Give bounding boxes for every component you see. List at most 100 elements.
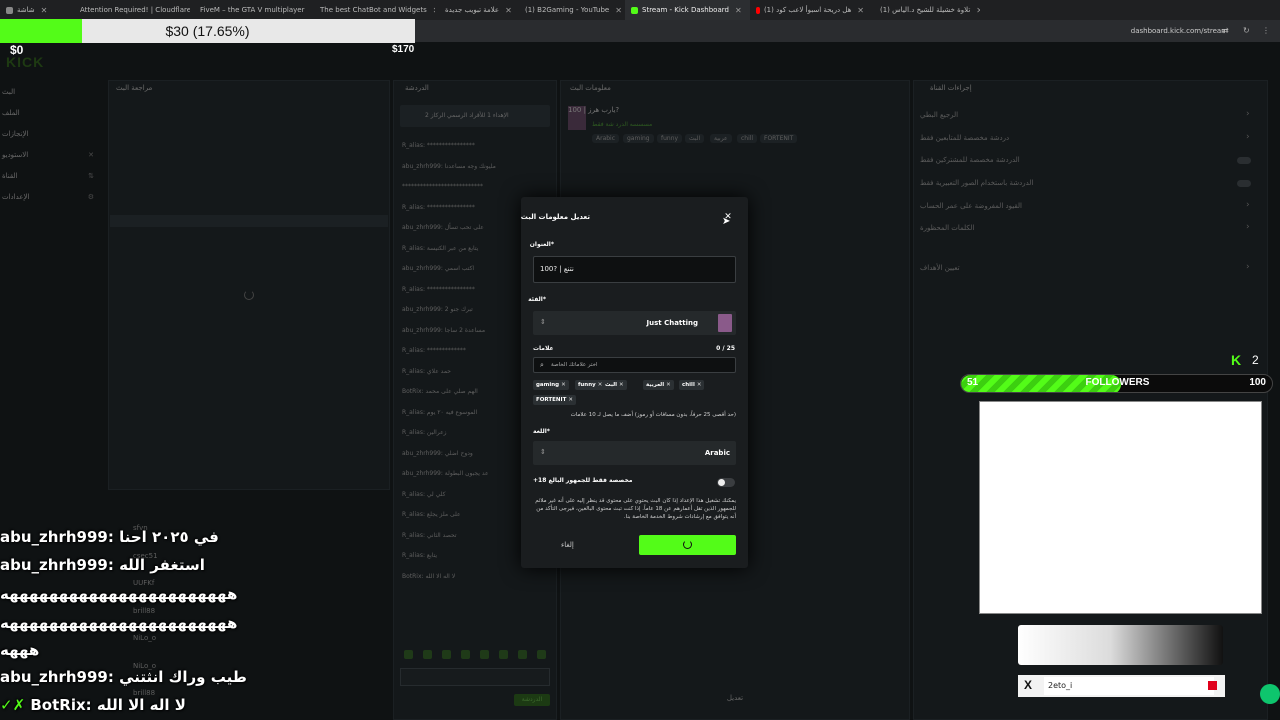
tab-label: علامة تبويب جديدة (445, 6, 500, 14)
sidebar-item[interactable]: البث (0, 88, 100, 96)
emote-icon[interactable] (518, 650, 527, 659)
overlay-chat-user: abu_zhrh999 (0, 528, 108, 546)
close-icon[interactable]: ✕ (615, 6, 622, 15)
overlay-chat-message: لا اله الا الله (96, 696, 186, 714)
followers-label: FOLLOWERS (1085, 377, 1150, 388)
close-icon[interactable]: ✕ (976, 6, 980, 15)
close-icon[interactable]: ✕ (666, 382, 671, 388)
browser-tab[interactable]: Attention Required! | Cloudflare✕ (70, 0, 190, 20)
chat-input[interactable] (400, 668, 550, 686)
tag-chip[interactable]: funny ✕ (575, 380, 606, 390)
info-tag: عربية (710, 134, 732, 143)
info-tag: funny (657, 134, 683, 143)
language-select[interactable]: ⇕ Arabic (533, 441, 736, 465)
mature-label: مخصصة فقط للجمهور البالغ 18+ (533, 477, 633, 484)
chat-message: R_alias: تحصد الثاني (402, 531, 457, 539)
close-icon[interactable]: ✕ (561, 382, 566, 388)
tag-label: البث (605, 382, 618, 388)
channel-action-toggle[interactable] (1237, 157, 1251, 164)
sidebar-item[interactable]: الإنجازات (0, 130, 100, 138)
tag-chip[interactable]: gaming ✕ (533, 380, 569, 390)
edit-info-button[interactable]: تعديل (560, 690, 910, 706)
emote-icon[interactable] (499, 650, 508, 659)
tag-chip[interactable]: chill ✕ (679, 380, 705, 390)
tags-search-input[interactable]: ⌕ اختر علاماتك الخاصة (533, 357, 736, 373)
channel-action-row[interactable]: الدردشة مخصصة للمشتركين فقط (920, 156, 1020, 164)
chat-message: R_alias: على ملز يجلع (402, 511, 461, 518)
close-icon[interactable]: ✕ (505, 6, 512, 15)
record-icon (1208, 681, 1217, 690)
title-input[interactable]: 100? | نتنع (533, 256, 736, 283)
tag-chip[interactable]: العربية ✕ (643, 380, 674, 390)
info-panel-title: معلومات البث (570, 84, 611, 92)
tab-label: FiveM – the GTA V multiplayer (200, 6, 305, 14)
pinned-message[interactable]: الإهداء 1 للأقراد الرسمي الركاز 2 (400, 105, 550, 127)
reload-icon[interactable]: ↻ (1243, 26, 1250, 35)
channel-action-row[interactable]: تعيين الأهداف (920, 264, 960, 272)
channel-action-row[interactable]: الرجيع البطي (920, 111, 958, 119)
chat-message: *************************** (402, 183, 483, 190)
browser-tab[interactable]: علامة تبويب جديدة ✕ (435, 0, 515, 20)
emote-icon[interactable] (404, 650, 413, 659)
chat-message: R_alias: زعرالين (402, 429, 447, 436)
chat-message: abu_zhrh999: 2 تبرك جنو (402, 306, 473, 313)
emote-icon[interactable] (461, 650, 470, 659)
chat-send-button[interactable]: الدردشة (514, 694, 550, 706)
sidebar-item[interactable]: الملف (0, 109, 100, 117)
emote-icon[interactable] (537, 650, 546, 659)
url-text[interactable]: dashboard.kick.com/stream (1131, 27, 1228, 35)
overlay-chat-message: هههههههههههههههههههههههه (0, 614, 238, 632)
browser-tab[interactable]: (1) هل دريحة اسبوأ لاعب كود ✕ (750, 0, 870, 20)
close-icon[interactable]: ✕ (568, 397, 573, 403)
chat-message: BotRix: لا اله الا الله (402, 572, 456, 580)
emote-icon[interactable] (442, 650, 451, 659)
info-tag: Arabic (592, 134, 620, 143)
browser-tab[interactable]: Stream - Kick Dashboard ✕ (625, 0, 750, 20)
browser-tab[interactable]: شاشة ✕ (0, 0, 70, 20)
channel-action-row[interactable]: الكلمات المحظورة (920, 224, 974, 232)
info-tag: gaming (623, 134, 654, 143)
browser-tab[interactable]: (1) B2Gaming - YouTube ✕ (515, 0, 625, 20)
close-icon[interactable]: ✕ (619, 382, 624, 388)
save-button[interactable] (639, 535, 736, 555)
browser-tab[interactable]: The best ChatBot and Widgets✕ (310, 0, 435, 20)
chat-message: abu_zhrh999: اكتب اسمي (402, 265, 475, 272)
chat-panel-title: الدردشة (405, 84, 429, 92)
info-category[interactable]: مسسسه الدرد شة فقط (592, 121, 652, 128)
tag-label: العربية (646, 382, 665, 388)
sidebar-item[interactable]: الإعدادات ⚙ (0, 193, 100, 201)
tag-chip[interactable]: FORTENIT ✕ (533, 395, 576, 405)
menu-icon[interactable]: ⋮ (1262, 26, 1270, 35)
preview-bar (110, 215, 388, 227)
channel-action-row[interactable]: القيود المفروضة على عمر الحساب (920, 202, 1022, 210)
close-icon[interactable]: ✕ (857, 6, 864, 15)
floating-chat-button[interactable] (1260, 684, 1280, 704)
chat-message: R_alias: **************** (402, 285, 475, 293)
close-icon[interactable]: ✕ (735, 6, 742, 15)
close-icon[interactable]: ✕ (41, 6, 48, 15)
channel-action-row[interactable]: دردشة مخصصة للمتابعين فقط (920, 134, 1009, 142)
emote-icon[interactable] (480, 650, 489, 659)
search-icon: ⌕ (540, 361, 544, 369)
tab-favicon-icon (6, 6, 13, 14)
mouse-cursor-icon: ➤ (722, 216, 731, 227)
category-thumbnail-icon (718, 314, 732, 332)
tag-label: chill (682, 382, 695, 388)
channel-actions-panel (913, 80, 1268, 720)
emote-icon[interactable] (423, 650, 432, 659)
sidebar-item[interactable]: الاستوديو ✕ (0, 151, 100, 159)
browser-tab[interactable]: FiveM – the GTA V multiplayer✕ (190, 0, 310, 20)
close-icon[interactable]: ✕ (697, 382, 702, 388)
channel-action-row[interactable]: الدردشة باستخدام الصور التعبيرية فقط (920, 179, 1033, 187)
tags-count: 0 / 25 (716, 345, 735, 352)
cancel-button[interactable]: إلغاء (561, 541, 574, 549)
category-select[interactable]: ⇕ Just Chatting (533, 311, 736, 335)
tag-chip[interactable]: البث ✕ (602, 380, 627, 390)
overlay-chat-line: هههههههههههههههههههههههه (0, 614, 237, 632)
browser-tab[interactable]: (1) تلاوة خشيلة للشيخ د.الياس ✕ (870, 0, 980, 20)
sidebar-item[interactable]: القناة ⇅ (0, 172, 100, 180)
info-tag: chill (737, 134, 758, 143)
mature-toggle[interactable] (717, 478, 735, 487)
chat-message: R_alias: **************** (402, 142, 475, 149)
channel-action-toggle[interactable] (1237, 180, 1251, 187)
